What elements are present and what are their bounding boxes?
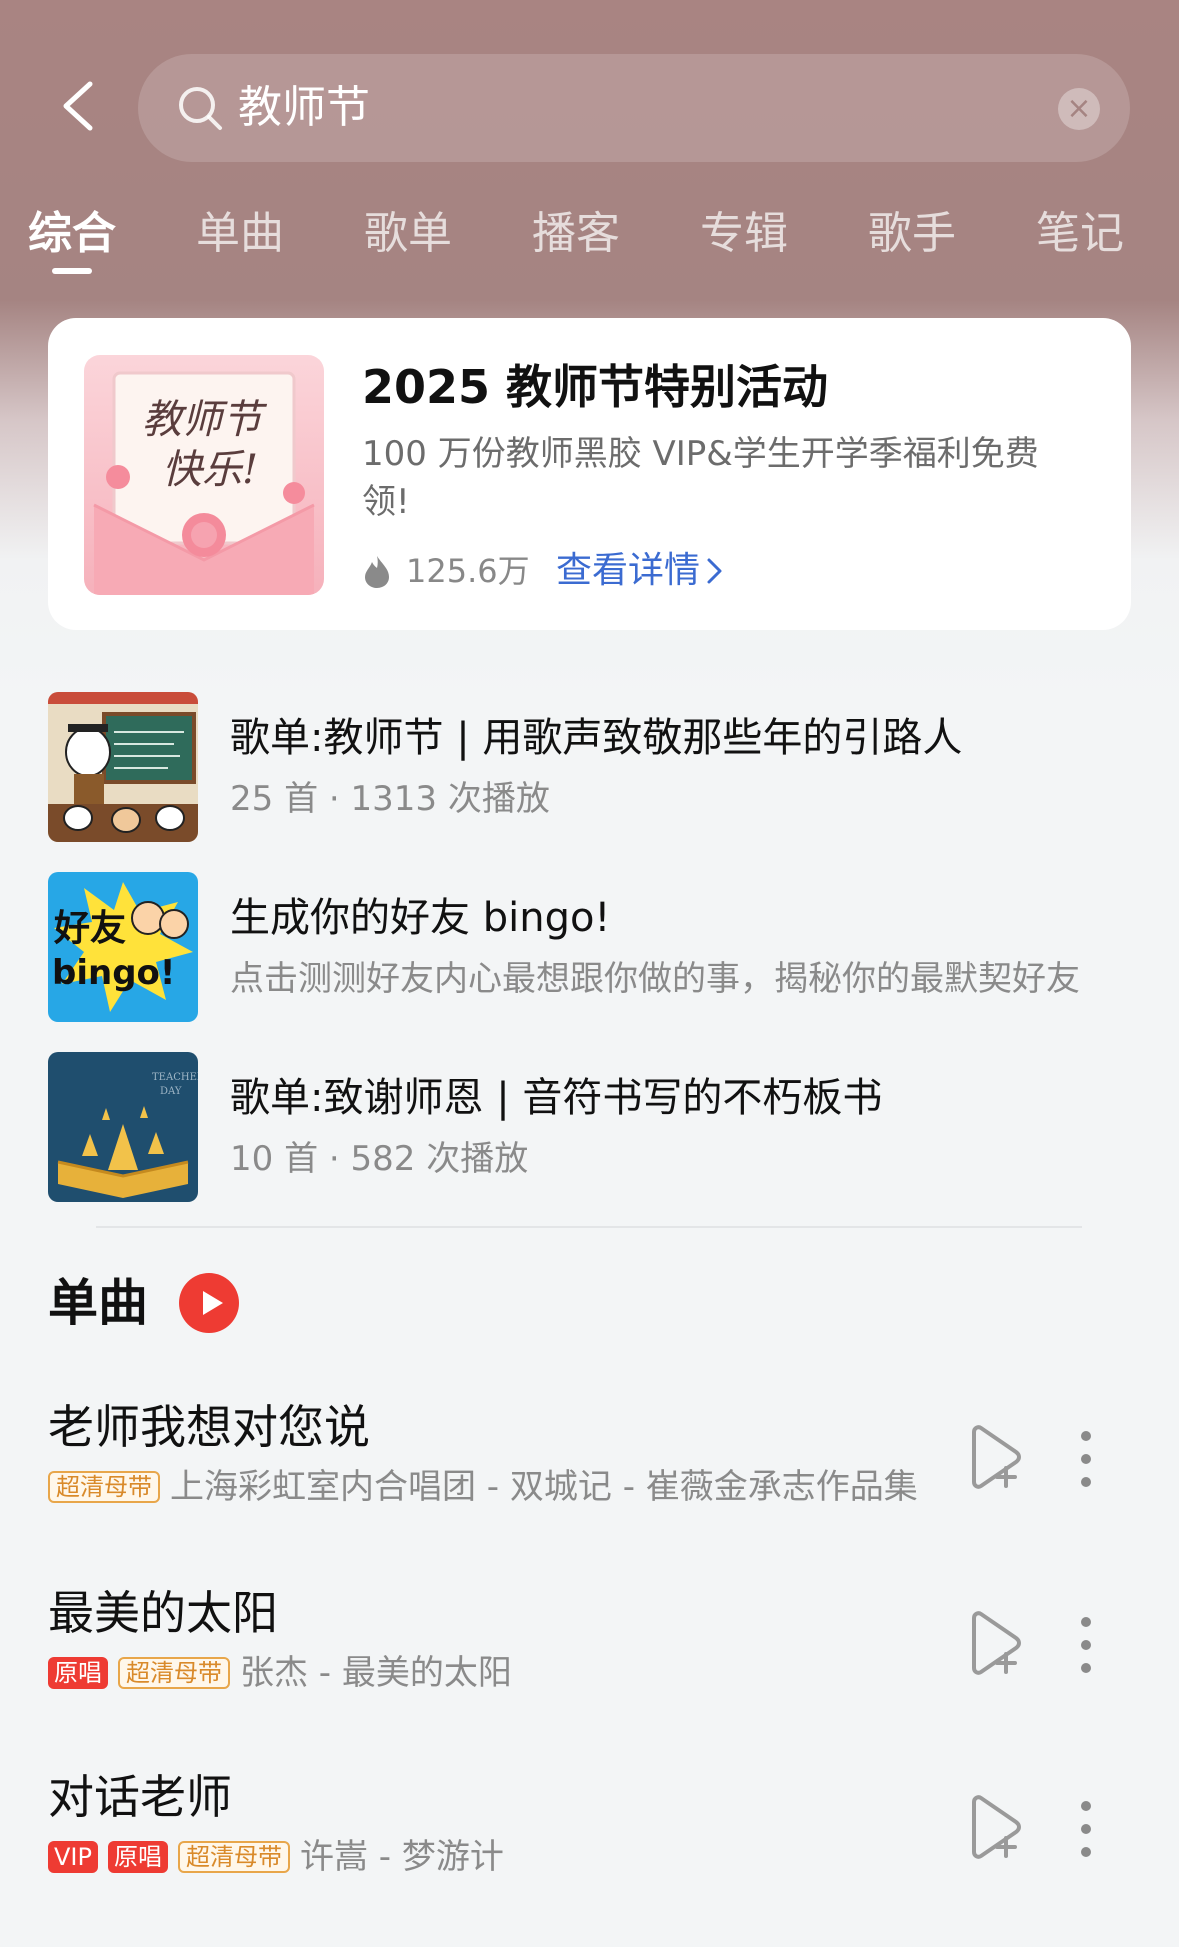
cover-text-line1: 好友 — [53, 908, 126, 949]
playlist-row[interactable]: TEACHERS DAY 歌单:致谢师恩 | 音符书写的不朽板书 10 首 · … — [48, 1052, 1131, 1204]
result-tabs: 综合 单曲 歌单 播客 专辑 歌手 笔记 — [0, 204, 1179, 274]
hq-master-badge: 超清母带 — [48, 1471, 160, 1503]
song-meta: VIP 原唱 超清母带 许嵩 - 梦游计 — [48, 1834, 928, 1880]
playlist-row[interactable]: 好友 bingo! 生成你的好友 bingo! 点击测测好友内心最想跟你做的事，… — [48, 872, 1131, 1024]
playlist-title: 歌单:教师节 | 用歌声致敬那些年的引路人 — [230, 715, 963, 761]
search-query-text[interactable]: 教师节 — [238, 82, 370, 134]
activity-heat-count: 125.6万 — [406, 552, 530, 590]
tab-podcasts[interactable]: 播客 — [532, 204, 620, 264]
search-bar[interactable]: 教师节 × — [138, 54, 1130, 162]
play-all-icon[interactable] — [178, 1272, 240, 1334]
playlist-subtitle: 25 首 · 1313 次播放 — [230, 779, 550, 819]
activity-title: 2025 教师节特别活动 — [362, 360, 829, 414]
activity-description: 100 万份教师黑胶 VIP&学生开学季福利免费领! — [362, 434, 1039, 522]
playlist-subtitle: 点击测测好友内心最想跟你做的事，揭秘你的最默契好友 — [230, 959, 1080, 999]
playlist-subtitle: 10 首 · 582 次播放 — [230, 1139, 529, 1179]
thumb-text-line2: 快乐! — [162, 447, 258, 493]
active-tab-indicator — [52, 268, 92, 274]
search-icon — [179, 87, 222, 130]
thumb-text-line1: 教师节 — [142, 397, 268, 443]
original-badge: 原唱 — [107, 1841, 168, 1873]
original-badge: 原唱 — [48, 1657, 108, 1689]
more-options-icon[interactable] — [1078, 1428, 1094, 1490]
playlist-cover-book: TEACHERS DAY — [48, 1052, 198, 1202]
playlist-title: 生成你的好友 bingo! — [230, 895, 611, 941]
envelope-illustration: 教师节 快乐! — [93, 371, 315, 595]
tab-artists[interactable]: 歌手 — [868, 204, 956, 264]
playlist-cover-classroom — [48, 692, 198, 842]
cover-text-line1: TEACHERS — [152, 1072, 198, 1083]
songs-section-title: 单曲 — [48, 1274, 148, 1332]
song-row[interactable]: 老师我想对您说 超清母带 上海彩虹室内合唱团 - 双城记 - 崔薇金承志作品集 — [48, 1398, 1131, 1528]
song-meta: 超清母带 上海彩虹室内合唱团 - 双城记 - 崔薇金承志作品集 — [48, 1464, 928, 1510]
cover-text-line2: bingo! — [52, 953, 175, 993]
song-artist-album: 张杰 - 最美的太阳 — [240, 1653, 512, 1693]
song-row[interactable]: 对话老师 VIP 原唱 超清母带 许嵩 - 梦游计 — [48, 1768, 1131, 1898]
playlist-title: 歌单:致谢师恩 | 音符书写的不朽板书 — [230, 1075, 883, 1121]
song-artist-album: 许嵩 - 梦游计 — [299, 1837, 504, 1877]
clear-search-icon[interactable]: × — [1058, 88, 1100, 130]
song-meta: 原唱 超清母带 张杰 - 最美的太阳 — [48, 1650, 928, 1696]
tab-albums[interactable]: 专辑 — [700, 204, 788, 264]
song-artist-album: 上海彩虹室内合唱团 - 双城记 - 崔薇金承志作品集 — [170, 1467, 918, 1507]
classroom-illustration — [48, 692, 198, 842]
hq-master-badge: 超清母带 — [118, 1657, 230, 1689]
section-divider — [96, 1226, 1082, 1228]
add-to-playlist-icon[interactable] — [966, 1424, 1026, 1490]
add-to-playlist-icon[interactable] — [966, 1610, 1026, 1676]
playlist-cover-bingo: 好友 bingo! — [48, 872, 198, 1022]
back-arrow-icon[interactable] — [52, 78, 108, 134]
song-title: 对话老师 — [48, 1770, 232, 1824]
tab-notes[interactable]: 笔记 — [1036, 204, 1124, 264]
view-details-label: 查看详情 — [556, 550, 701, 591]
cover-text-line2: DAY — [160, 1086, 182, 1097]
song-row[interactable]: 最美的太阳 原唱 超清母带 张杰 - 最美的太阳 — [48, 1584, 1131, 1714]
book-illustration: TEACHERS DAY — [48, 1052, 198, 1202]
more-options-icon[interactable] — [1078, 1798, 1094, 1860]
song-title: 最美的太阳 — [48, 1586, 278, 1640]
playlist-row[interactable]: 歌单:教师节 | 用歌声致敬那些年的引路人 25 首 · 1313 次播放 — [48, 692, 1131, 844]
flame-icon — [365, 556, 389, 588]
vip-badge: VIP — [48, 1841, 98, 1873]
tab-playlists[interactable]: 歌单 — [364, 204, 452, 264]
activity-card[interactable]: 教师节 快乐! 2025 教师节特别活动 100 万份教师黑胶 VIP&学生开学… — [48, 318, 1131, 630]
activity-thumbnail: 教师节 快乐! — [84, 355, 324, 595]
bingo-illustration: 好友 bingo! — [48, 872, 198, 1022]
song-title: 老师我想对您说 — [48, 1400, 370, 1454]
tab-songs[interactable]: 单曲 — [196, 204, 284, 264]
more-options-icon[interactable] — [1078, 1614, 1094, 1676]
view-details-link[interactable]: 查看详情 — [556, 546, 726, 596]
hq-master-badge: 超清母带 — [177, 1841, 290, 1873]
tab-all[interactable]: 综合 — [28, 204, 116, 264]
add-to-playlist-icon[interactable] — [966, 1794, 1026, 1860]
chevron-right-icon — [707, 558, 722, 584]
